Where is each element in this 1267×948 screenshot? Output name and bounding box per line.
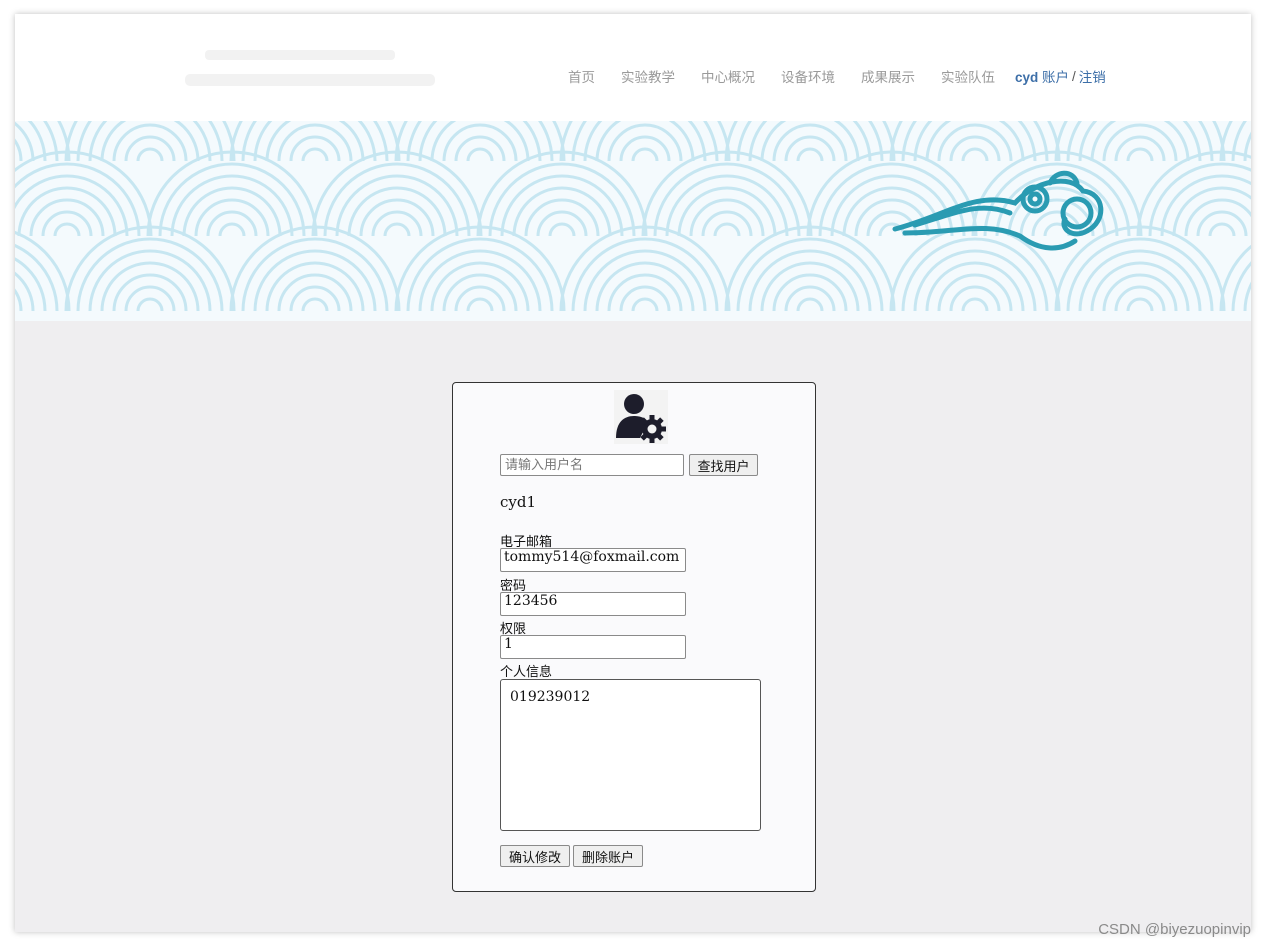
browser-frame: 首页 实验教学 中心概况 设备环境 成果展示 实验队伍 cyd 账户 / 注销 <box>15 14 1251 932</box>
personal-info-label: 个人信息 <box>500 665 553 680</box>
nav-item-home[interactable]: 首页 <box>568 66 595 86</box>
username-display: cyd1 <box>500 493 537 511</box>
wave-pattern <box>15 121 1251 312</box>
find-user-button[interactable]: 查找用户 <box>689 454 758 476</box>
personal-info-textarea[interactable]: 019239012 <box>500 679 761 831</box>
watermark: CSDN @biyezuopinvip <box>1098 921 1251 938</box>
permission-field[interactable]: 1 <box>500 635 686 659</box>
confirm-edit-button[interactable]: 确认修改 <box>500 845 570 867</box>
nav-item-team[interactable]: 实验队伍 <box>941 66 995 86</box>
logout-link[interactable]: 注销 <box>1079 66 1106 86</box>
search-user-input[interactable] <box>500 454 684 476</box>
nav-separator: / <box>1072 68 1076 84</box>
nav-item-achievements[interactable]: 成果展示 <box>861 66 915 86</box>
top-header: 首页 实验教学 中心概况 设备环境 成果展示 实验队伍 cyd 账户 / 注销 <box>15 14 1251 121</box>
user-admin-panel: 查找用户 cyd1 电子邮箱 tommy514@foxmail.com 密码 1… <box>452 382 816 892</box>
password-field[interactable]: 123456 <box>500 592 686 616</box>
account-label: 账户 <box>1042 70 1070 85</box>
wave-banner <box>15 121 1251 321</box>
user-settings-icon <box>614 390 668 444</box>
main-nav: 首页 实验教学 中心概况 设备环境 成果展示 实验队伍 cyd 账户 / 注销 <box>568 66 1106 86</box>
nav-item-overview[interactable]: 中心概况 <box>701 66 755 86</box>
account-link[interactable]: cyd 账户 <box>1015 66 1069 86</box>
email-field[interactable]: tommy514@foxmail.com <box>500 548 686 572</box>
account-username: cyd <box>1015 70 1039 85</box>
nav-item-teaching[interactable]: 实验教学 <box>621 66 675 86</box>
nav-item-equipment[interactable]: 设备环境 <box>781 66 835 86</box>
faded-logo <box>185 50 435 86</box>
cloud-decoration <box>892 170 1104 251</box>
delete-account-button[interactable]: 删除账户 <box>573 845 643 867</box>
